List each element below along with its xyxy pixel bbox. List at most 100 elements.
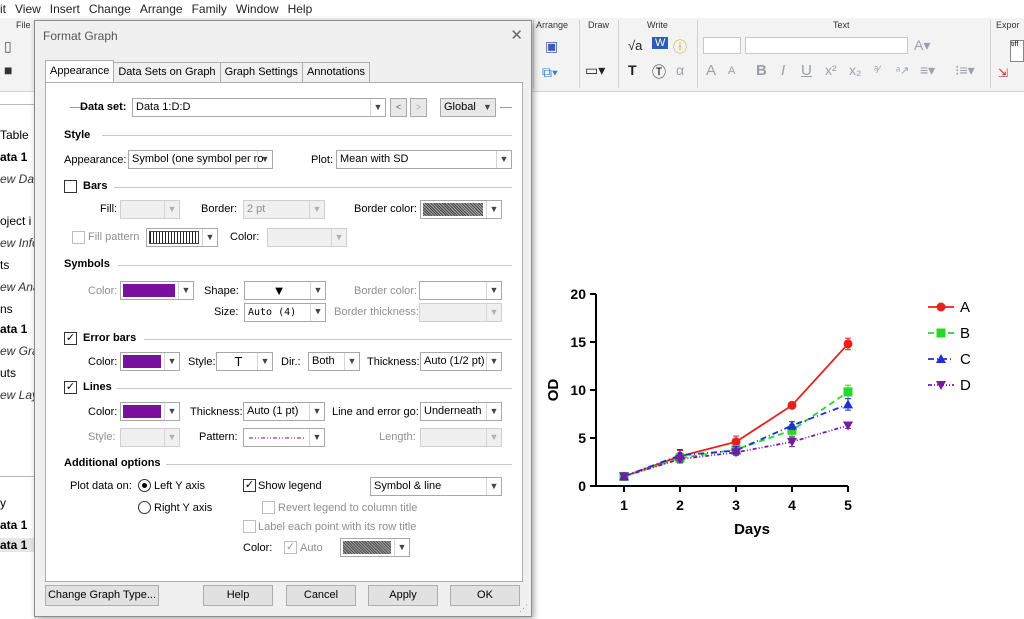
line-error-order-select[interactable]: Underneath ▼ (420, 402, 502, 421)
bar-border-color-select[interactable]: ▼ (420, 200, 502, 219)
symbol-border-color-select[interactable]: ▼ (419, 281, 502, 300)
lines-checkbox[interactable]: ✓ (64, 381, 77, 394)
dataset-select[interactable]: Data 1:D:D ▼ (132, 98, 386, 117)
nav-section-project-info[interactable]: oject i (0, 214, 31, 228)
save-icon[interactable]: ■ (4, 62, 12, 78)
font-style-combo[interactable] (703, 37, 741, 54)
greek-alpha-icon[interactable]: α (676, 62, 684, 78)
arrange-icon[interactable]: ▣ (545, 38, 558, 55)
word-icon[interactable]: W (652, 37, 669, 49)
info-icon[interactable]: ⓘ (673, 37, 687, 57)
nav-family-data1-selected[interactable]: ata 1 (0, 538, 35, 552)
show-legend-checkbox[interactable]: ✓ (243, 479, 256, 492)
bar-fill-select[interactable]: ▼ (120, 200, 180, 219)
symbol-color-select[interactable]: ▼ (120, 281, 194, 300)
chevron-down-icon: ▼ (486, 353, 501, 370)
superscript-icon[interactable]: x² (825, 62, 837, 78)
equation-icon[interactable]: √a (628, 38, 642, 53)
export-tiff-icon[interactable]: tiff (1010, 40, 1024, 62)
line-color-select[interactable]: ▼ (120, 402, 180, 421)
close-icon[interactable]: ✕ (510, 26, 523, 44)
nav-item-new-data[interactable]: ew Da (0, 172, 34, 186)
pattern-color-select[interactable]: ▼ (267, 228, 347, 247)
error-style-select[interactable]: T ▼ (216, 352, 273, 371)
fill-pattern-checkbox[interactable] (72, 231, 85, 244)
symbol-shape-select[interactable]: ▼ ▼ (244, 281, 326, 300)
tab-data-sets[interactable]: Data Sets on Graph (113, 62, 221, 82)
nav-section-tables[interactable]: Table (0, 128, 29, 142)
tab-annotations[interactable]: Annotations (301, 62, 371, 82)
label-color-select[interactable]: ▼ (340, 538, 410, 557)
nav-item-graph-data1[interactable]: ata 1 (0, 322, 27, 336)
export-pdf-icon[interactable]: ⇲ (998, 66, 1008, 80)
tab-graph-settings[interactable]: Graph Settings (219, 62, 303, 82)
text-size-down-icon[interactable]: ᵃ⁄ (874, 64, 880, 76)
change-graph-type-button[interactable]: Change Graph Type... (45, 585, 159, 606)
nav-item-data1[interactable]: ata 1 (0, 150, 27, 164)
line-style-select[interactable]: ▼ (120, 428, 180, 447)
help-button[interactable]: Help (203, 585, 273, 606)
global-select[interactable]: Global ▼ (440, 98, 496, 117)
line-pattern-select[interactable]: ▼ (243, 428, 325, 447)
dataset-prev-button[interactable]: < (390, 98, 407, 117)
resize-grip-icon[interactable]: ⋰ (519, 603, 528, 614)
menu-item-help[interactable]: Help (288, 2, 313, 16)
plot-select[interactable]: Mean with SD ▼ (336, 150, 512, 169)
symbol-size-select[interactable]: Auto (4) ▼ (244, 303, 326, 322)
left-y-axis-radio[interactable] (138, 479, 151, 492)
error-dir-select[interactable]: Both ▼ (308, 352, 360, 371)
menu-item-it[interactable]: it (0, 2, 6, 16)
align-icon[interactable]: ≡▾ (920, 62, 935, 79)
legend-label-a: A (960, 299, 970, 316)
nav-section-results[interactable]: ts (0, 258, 9, 272)
text-size-up-icon[interactable]: ᵃ↗ (896, 64, 909, 77)
error-color-select[interactable]: ▼ (120, 352, 180, 371)
nav-item-new-graph[interactable]: ew Gra (0, 344, 39, 358)
font-color-icon[interactable]: A▾ (914, 37, 930, 54)
text-box-icon[interactable]: Ⓣ (652, 62, 666, 82)
nav-family-data1[interactable]: ata 1 (0, 518, 27, 532)
menu-item-insert[interactable]: Insert (50, 2, 80, 16)
bold-icon[interactable]: B (756, 62, 767, 79)
right-y-axis-radio[interactable] (138, 501, 151, 514)
label-each-point-checkbox[interactable] (243, 520, 256, 533)
tab-appearance[interactable]: Appearance (45, 60, 115, 82)
italic-icon[interactable]: I (781, 62, 785, 79)
font-grow-icon[interactable]: A (706, 62, 716, 79)
revert-legend-checkbox[interactable] (262, 501, 275, 514)
menu-item-window[interactable]: Window (236, 2, 279, 16)
fill-pattern-select[interactable]: ▼ (146, 228, 218, 247)
subscript-icon[interactable]: x₂ (849, 62, 861, 78)
menu-item-change[interactable]: Change (89, 2, 131, 16)
line-thickness-select[interactable]: Auto (1 pt) ▼ (243, 402, 325, 421)
rectangle-draw-icon[interactable]: ▭▾ (585, 62, 605, 79)
nav-item-new-layout[interactable]: ew Lay (0, 388, 38, 402)
chevron-down-icon: ▼ (309, 403, 324, 420)
menu-item-family[interactable]: Family (192, 2, 227, 16)
underline-icon[interactable]: U (801, 62, 812, 79)
error-bars-checkbox[interactable]: ✓ (64, 332, 77, 345)
bars-checkbox[interactable] (64, 180, 77, 193)
cancel-button[interactable]: Cancel (286, 585, 356, 606)
text-tool-icon[interactable]: T (628, 62, 637, 78)
layer-order-icon[interactable]: ⧉▾ (542, 64, 558, 81)
new-document-icon[interactable]: ▯ (4, 38, 12, 55)
appearance-select[interactable]: Symbol (one symbol per ro ▼ (128, 150, 273, 169)
ok-button[interactable]: OK (450, 585, 520, 606)
bar-border-select[interactable]: 2 pt ▼ (243, 200, 325, 219)
legend-style-select[interactable]: Symbol & line ▼ (370, 477, 502, 496)
apply-button[interactable]: Apply (368, 585, 438, 606)
symbol-border-thickness-select[interactable]: ▼ (419, 303, 502, 322)
line-length-select[interactable]: ▼ (420, 428, 502, 447)
font-name-combo[interactable] (745, 37, 908, 54)
label-color-auto-checkbox[interactable]: ✓ (284, 541, 297, 554)
menu-item-view[interactable]: View (15, 2, 41, 16)
dataset-next-button[interactable]: > (410, 98, 427, 117)
line-spacing-icon[interactable]: ⁝≡▾ (955, 62, 975, 79)
font-shrink-icon[interactable]: A (728, 65, 735, 77)
nav-section-graphs[interactable]: ns (0, 302, 13, 316)
error-thickness-select[interactable]: Auto (1/2 pt) ▼ (420, 352, 502, 371)
nav-item-new-info[interactable]: ew Info (0, 236, 39, 250)
nav-section-layouts[interactable]: uts (0, 366, 16, 380)
menu-item-arrange[interactable]: Arrange (140, 2, 183, 16)
